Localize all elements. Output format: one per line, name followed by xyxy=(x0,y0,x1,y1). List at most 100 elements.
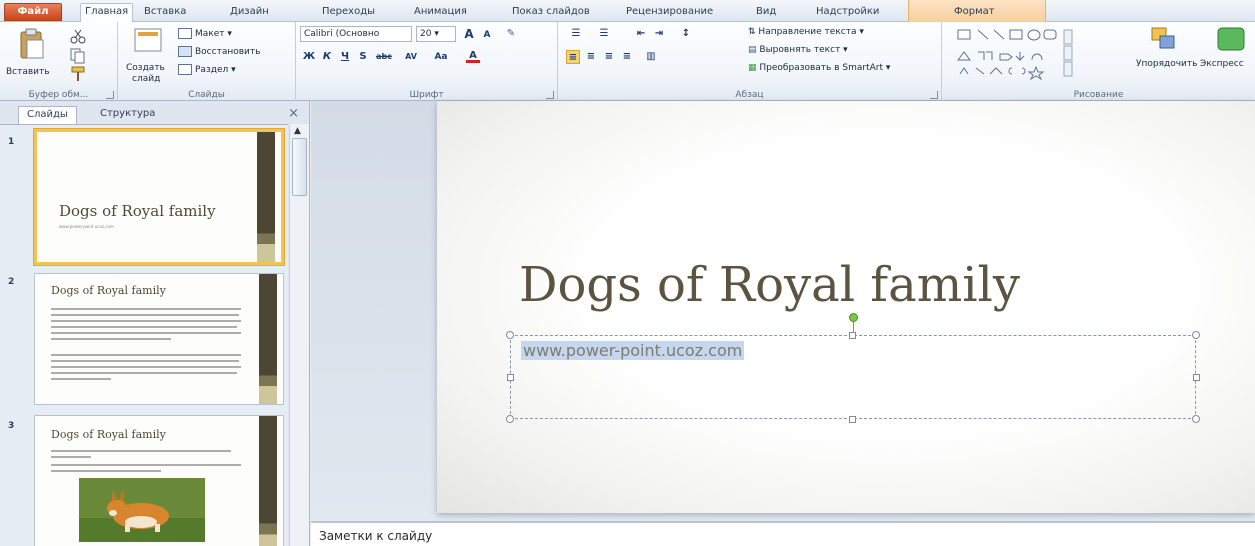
align-text-button[interactable]: ▤ Выровнять текст ▾ xyxy=(748,44,848,56)
thumbnail-text-line xyxy=(51,366,241,368)
font-size-value: 20 xyxy=(420,29,432,39)
paragraph-launcher[interactable] xyxy=(930,91,938,99)
section-icon xyxy=(178,64,192,75)
italic-button[interactable]: К xyxy=(320,50,334,64)
arrange-button[interactable]: Упорядочить xyxy=(1136,26,1198,86)
resize-handle-nw[interactable] xyxy=(506,331,514,339)
group-clipboard: Вставить Буфер обм... xyxy=(0,22,118,101)
thumbnail-text-line xyxy=(51,320,241,322)
shadow-button[interactable]: abc xyxy=(374,50,394,64)
change-case-button[interactable]: Aa xyxy=(430,50,452,64)
smartart-icon: ▦ xyxy=(748,63,757,73)
corgi-photo xyxy=(79,478,205,542)
smartart-label: Преобразовать в SmartArt xyxy=(759,63,883,73)
tab-outline[interactable]: Структура xyxy=(92,106,163,124)
subtitle-text[interactable]: www.power-point.ucoz.com xyxy=(521,341,745,360)
slide[interactable]: Dogs of Royal family www.power-point.uco… xyxy=(437,101,1255,513)
ribbon-tab-bar: Файл Главная Вставка Дизайн Переходы Ани… xyxy=(0,0,1255,23)
thumbnail-text-line xyxy=(51,314,239,316)
shrink-font-icon[interactable]: A xyxy=(480,28,494,42)
strike-button[interactable]: S xyxy=(356,50,370,64)
tab-addins[interactable]: Надстройки xyxy=(812,4,883,22)
resize-handle-w[interactable] xyxy=(507,374,514,381)
char-spacing-button[interactable]: AV xyxy=(400,50,422,64)
slides-group-label: Слайды xyxy=(188,90,225,100)
bullets-icon[interactable]: ☰ xyxy=(566,27,586,41)
columns-icon[interactable]: ▥ xyxy=(644,50,658,64)
tab-home[interactable]: Главная xyxy=(80,3,134,23)
close-icon[interactable]: × xyxy=(288,106,299,121)
paste-button[interactable]: Вставить xyxy=(6,26,58,86)
resize-handle-sw[interactable] xyxy=(506,415,514,423)
paste-icon xyxy=(20,28,44,59)
tab-format[interactable]: Формат xyxy=(950,4,999,22)
align-right-icon[interactable]: ≡ xyxy=(602,50,616,64)
text-direction-button[interactable]: ⇅ Направление текста ▾ xyxy=(748,26,864,38)
cut-icon[interactable] xyxy=(70,28,86,44)
tab-file[interactable]: Файл xyxy=(4,3,62,21)
resize-handle-se[interactable] xyxy=(1192,415,1200,423)
resize-handle-s[interactable] xyxy=(849,416,856,423)
tab-transitions[interactable]: Переходы xyxy=(318,4,379,22)
clipboard-group-label: Буфер обм... xyxy=(28,90,89,100)
bold-button[interactable]: Ж xyxy=(302,50,316,64)
smartart-button[interactable]: ▦ Преобразовать в SmartArt ▾ xyxy=(748,62,890,74)
clear-format-icon[interactable]: ✎ xyxy=(504,27,518,41)
align-text-label: Выровнять текст xyxy=(759,45,841,55)
thumbnail-stripe xyxy=(257,132,275,262)
line-spacing-icon[interactable]: ↕ xyxy=(676,27,696,41)
font-name-combo[interactable]: Calibri (Основно xyxy=(300,26,412,42)
paste-label: Вставить xyxy=(6,67,50,77)
copy-icon[interactable] xyxy=(70,48,92,64)
increase-indent-icon[interactable]: ⇥ xyxy=(652,27,666,41)
scrollbar-thumb[interactable] xyxy=(292,138,307,196)
subtitle-placeholder[interactable]: www.power-point.ucoz.com xyxy=(510,335,1196,419)
numbering-icon[interactable]: ☰ xyxy=(594,27,614,41)
group-font: Calibri (Основно 20 ▾ A A ✎ Ж К Ч S abc … xyxy=(296,22,558,101)
decrease-indent-icon[interactable]: ⇤ xyxy=(634,27,648,41)
scroll-up-icon[interactable]: ▲ xyxy=(294,126,301,136)
font-launcher[interactable] xyxy=(546,91,554,99)
tab-slideshow[interactable]: Показ слайдов xyxy=(508,4,594,22)
align-left-icon[interactable]: ≡ xyxy=(566,50,580,64)
tab-animation[interactable]: Анимация xyxy=(410,4,471,22)
resize-handle-n[interactable] xyxy=(849,332,856,339)
grow-font-icon[interactable]: A xyxy=(462,27,476,41)
notes-pane[interactable]: Заметки к слайду xyxy=(311,521,1255,546)
slide-thumbnail-1[interactable]: Dogs of Royal family www.power-point.uco… xyxy=(34,129,284,265)
align-center-icon[interactable]: ≡ xyxy=(584,50,598,64)
section-button[interactable]: Раздел ▾ xyxy=(178,64,236,76)
quick-styles-button[interactable]: Экспресс xyxy=(1200,26,1254,86)
slide-number-3: 3 xyxy=(8,421,15,431)
thumbnail-title: Dogs of Royal family xyxy=(51,428,166,441)
tab-design[interactable]: Дизайн xyxy=(226,4,273,22)
resize-handle-e[interactable] xyxy=(1193,374,1200,381)
justify-icon[interactable]: ≡ xyxy=(620,50,634,64)
slide-title[interactable]: Dogs of Royal family xyxy=(519,257,1255,313)
thumbnail-stripe xyxy=(259,274,277,404)
reset-button[interactable]: Восстановить xyxy=(178,46,260,58)
thumbnail-text-line xyxy=(51,338,171,340)
slide-thumbnail-2[interactable]: Dogs of Royal family xyxy=(34,273,284,405)
slide-thumbnail-3[interactable]: Dogs of Royal family xyxy=(34,415,284,546)
font-color-button[interactable]: A xyxy=(466,49,480,63)
tab-insert[interactable]: Вставка xyxy=(140,4,190,22)
font-size-combo[interactable]: 20 ▾ xyxy=(416,26,456,42)
reset-label: Восстановить xyxy=(195,47,261,57)
tab-review[interactable]: Рецензирование xyxy=(622,4,717,22)
new-slide-button[interactable]: Создать слайд xyxy=(124,26,172,86)
new-slide-label-2: слайд xyxy=(132,74,161,84)
shapes-gallery[interactable] xyxy=(956,28,1106,80)
layout-button[interactable]: Макет ▾ xyxy=(178,28,232,40)
tab-slides[interactable]: Слайды xyxy=(18,106,77,124)
thumbnail-scrollbar[interactable]: ▲ xyxy=(289,124,309,546)
tab-view[interactable]: Вид xyxy=(752,4,780,22)
thumbnail-title: Dogs of Royal family xyxy=(59,202,216,220)
underline-button[interactable]: Ч xyxy=(338,50,352,64)
clipboard-launcher[interactable] xyxy=(106,91,114,99)
layout-icon xyxy=(178,28,192,39)
drawing-group-label: Рисование xyxy=(1073,90,1124,100)
rotate-handle[interactable] xyxy=(849,313,858,322)
resize-handle-ne[interactable] xyxy=(1192,331,1200,339)
format-painter-icon[interactable] xyxy=(70,66,88,82)
